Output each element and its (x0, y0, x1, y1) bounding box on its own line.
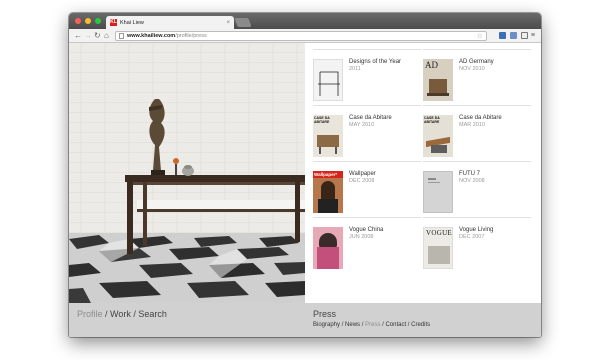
cover-photo (428, 246, 450, 264)
subnav-biography-link[interactable]: Biography (313, 322, 340, 328)
magazine-cover: VOGUE (423, 227, 453, 269)
magazine-cover: CASE DA ABITARE (423, 115, 453, 157)
back-icon[interactable]: ← (74, 31, 82, 40)
subnav-contact-link[interactable]: Contact (385, 322, 406, 328)
press-title: Vogue Living (459, 227, 494, 233)
cover-masthead: CASE DA ABITARE (424, 116, 440, 124)
section-title: Press (313, 309, 337, 319)
url-path: /profile/press (175, 33, 207, 39)
cover-photo (321, 181, 335, 201)
browser-window: KL Khai Liew × ← → ↻ ⌂ www.khailiew.com/… (69, 13, 541, 337)
cover-photo (317, 135, 339, 147)
magazine-cover (423, 171, 453, 213)
menu-icon[interactable]: ≡ (531, 32, 535, 39)
subnav-credits-link[interactable]: Credits (411, 322, 430, 328)
press-title: Case da Abitare (459, 115, 502, 121)
extension-icon[interactable] (499, 32, 506, 39)
console-table-photo (69, 43, 305, 303)
browser-tab[interactable]: KL Khai Liew × (106, 16, 234, 29)
press-item[interactable]: CASE DA ABITARE Case da Abitare MAR 2010 (423, 105, 531, 161)
magazine-cover (313, 59, 343, 101)
reload-icon[interactable]: ↻ (94, 31, 101, 40)
press-title: Designs of the Year (349, 59, 402, 65)
forward-icon[interactable]: → (84, 31, 92, 40)
press-title: Vogue China (349, 227, 384, 233)
nav-profile-link[interactable]: Profile (77, 309, 103, 319)
cover-masthead: Wallpaper* (314, 172, 338, 177)
cover-photo (427, 93, 449, 96)
main-nav: Profile / Work / Search (77, 309, 167, 319)
close-icon[interactable]: × (226, 20, 230, 26)
url-host: www.khailiew.com (127, 33, 176, 39)
press-date: MAR 2010 (459, 122, 485, 128)
press-item[interactable]: AD AD Germany NOV 2010 (423, 49, 531, 105)
subnav-press-link[interactable]: Press (365, 322, 380, 328)
press-item[interactable]: VOGUE Vogue Living DEC 2007 (423, 217, 531, 273)
subnav-news-link[interactable]: News (345, 322, 360, 328)
press-date: DEC 2007 (459, 234, 485, 240)
profile-subnav: Biography / News / Press / Contact / Cre… (313, 322, 430, 328)
press-title: AD Germany (459, 59, 494, 65)
press-date: MAY 2010 (349, 122, 375, 128)
hero-image (69, 43, 305, 303)
press-item[interactable]: Wallpaper* Wallpaper DEC 2008 (313, 161, 421, 217)
press-title: Wallpaper (349, 171, 376, 177)
press-item[interactable]: CASE DA ABITARE Case da Abitare MAY 2010 (313, 105, 421, 161)
browser-toolbar: ← → ↻ ⌂ www.khailiew.com/profile/press ☆… (69, 29, 541, 43)
new-tab-button[interactable] (234, 18, 252, 27)
press-title: FUTU 7 (459, 171, 480, 177)
press-item[interactable]: FUTU 7 NOV 2008 (423, 161, 531, 217)
favicon: KL (110, 19, 117, 26)
magazine-cover: AD (423, 59, 453, 101)
nav-work-link[interactable]: Work (110, 309, 131, 319)
page-content: Designs of the Year 2011 AD AD Germany N… (69, 43, 541, 337)
magazine-cover: Wallpaper* (313, 171, 343, 213)
magazine-cover: CASE DA ABITARE (313, 115, 343, 157)
cover-masthead: CASE DA ABITARE (314, 116, 330, 124)
nav-search-link[interactable]: Search (138, 309, 167, 319)
window-controls (75, 18, 101, 24)
press-date: JUN 2008 (349, 234, 374, 240)
close-window-button[interactable] (75, 18, 81, 24)
press-date: NOV 2008 (459, 178, 485, 184)
drawing-cover-art (318, 71, 340, 96)
press-list: Designs of the Year 2011 AD AD Germany N… (313, 49, 533, 299)
site-footer: Profile / Work / Search Press Biography … (69, 303, 541, 337)
cover-masthead: AD (425, 60, 438, 70)
star-icon[interactable]: ☆ (477, 32, 483, 41)
extension-icon[interactable] (510, 32, 517, 39)
nav-separator: / (102, 309, 111, 319)
press-date: DEC 2008 (349, 178, 375, 184)
press-item[interactable]: Vogue China JUN 2008 (313, 217, 421, 273)
press-item[interactable]: Designs of the Year 2011 (313, 49, 421, 105)
cover-photo (429, 79, 447, 93)
address-bar[interactable]: www.khailiew.com/profile/press ☆ (115, 31, 487, 41)
home-icon[interactable]: ⌂ (104, 31, 109, 40)
press-date: 2011 (349, 66, 361, 72)
magazine-cover (313, 227, 343, 269)
tab-title: Khai Liew (120, 19, 144, 26)
minimize-window-button[interactable] (85, 18, 91, 24)
title-bar: KL Khai Liew × (69, 13, 541, 29)
press-date: NOV 2010 (459, 66, 485, 72)
press-title: Case da Abitare (349, 115, 392, 121)
zoom-window-button[interactable] (95, 18, 101, 24)
page-icon (119, 33, 124, 39)
cover-masthead: VOGUE (426, 229, 452, 237)
url-text: www.khailiew.com/profile/press (127, 33, 207, 39)
extension-icon[interactable] (521, 32, 528, 39)
